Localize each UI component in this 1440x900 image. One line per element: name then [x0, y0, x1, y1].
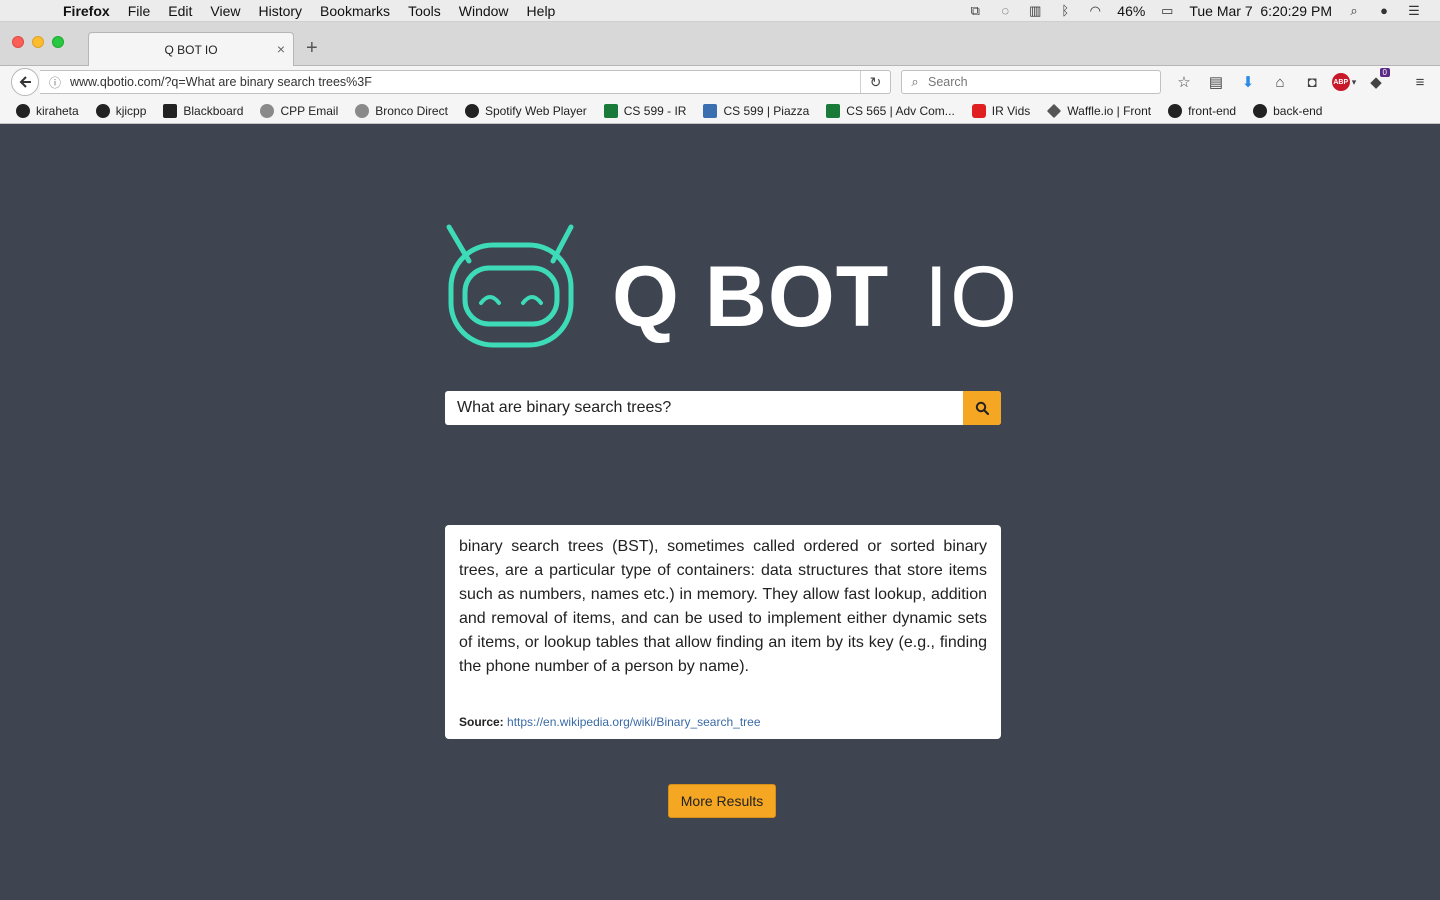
answer-card: binary search trees (BST), sometimes cal… — [445, 525, 1001, 739]
toolbar-icons: ☆ ▤ ⬇ ⌂ ◘ ABP ▾ ◆ 0 ≡ — [1168, 68, 1424, 94]
menu-edit[interactable]: Edit — [159, 3, 201, 19]
spotlight-icon[interactable]: ⌕ — [1346, 3, 1362, 18]
question-input[interactable]: What are binary search trees? — [445, 391, 963, 425]
globe-icon — [355, 103, 370, 118]
window-manager-icon[interactable]: ▥ — [1027, 3, 1043, 18]
menu-bookmarks[interactable]: Bookmarks — [311, 3, 399, 19]
close-window-button[interactable] — [12, 36, 24, 48]
tab-strip: Q BOT IO × + — [0, 22, 1440, 66]
logo-suffix: IO — [924, 249, 1020, 345]
bookmarks-bar: kiraheta kjicpp Blackboard CPP Email Bro… — [0, 98, 1440, 124]
bookmark-item[interactable]: kjicpp — [95, 103, 146, 118]
url-text[interactable]: www.qbotio.com/?q=What are binary search… — [70, 75, 372, 89]
source-link[interactable]: https://en.wikipedia.org/wiki/Binary_sea… — [507, 715, 760, 729]
nav-bar: ⓘ www.qbotio.com/?q=What are binary sear… — [0, 66, 1440, 98]
cpp-icon — [826, 103, 841, 118]
window-controls — [12, 36, 64, 48]
source-label: Source: — [459, 715, 504, 729]
menu-tools[interactable]: Tools — [399, 3, 450, 19]
menu-help[interactable]: Help — [518, 3, 565, 19]
more-results-button[interactable]: More Results — [668, 784, 776, 818]
wifi-icon[interactable]: ◠ — [1087, 3, 1103, 18]
bookmark-item[interactable]: CS 599 - IR — [603, 103, 686, 118]
browser-search-input[interactable]: ⌕ Search — [901, 70, 1161, 94]
search-icon — [975, 401, 989, 415]
back-button[interactable] — [11, 68, 39, 96]
notification-center-icon[interactable]: ☰ — [1406, 3, 1422, 18]
github-icon — [1168, 103, 1183, 118]
cpp-icon — [603, 103, 618, 118]
notifications-icon[interactable]: ◆ 0 — [1360, 68, 1392, 94]
bookmark-item[interactable]: CPP Email — [260, 103, 338, 118]
github-icon — [1253, 103, 1268, 118]
home-icon[interactable]: ⌂ — [1264, 70, 1296, 94]
clock[interactable]: Tue Mar 7 6:20:29 PM — [1189, 3, 1332, 19]
bookmark-item[interactable]: CS 565 | Adv Com... — [826, 103, 955, 118]
close-tab-icon[interactable]: × — [277, 41, 285, 57]
bluetooth-icon[interactable]: ᛒ — [1057, 3, 1073, 18]
menu-history[interactable]: History — [249, 3, 311, 19]
status-area: ⧉ ◌ ▥ ᛒ ◠ 46% ▭ Tue Mar 7 6:20:29 PM ⌕ ●… — [967, 3, 1440, 19]
search-button[interactable] — [963, 391, 1001, 425]
bookmark-item[interactable]: Waffle.io | Front — [1047, 103, 1151, 118]
menu-app[interactable]: Firefox — [54, 3, 119, 19]
page-content: Q BOT IO What are binary search trees? b… — [4, 125, 1440, 900]
menu-file[interactable]: File — [119, 3, 160, 19]
sync-icon[interactable]: ◌ — [997, 3, 1013, 18]
siri-icon[interactable]: ● — [1376, 3, 1392, 18]
youtube-icon — [971, 103, 986, 118]
tab-title: Q BOT IO — [164, 42, 218, 57]
screen-share-icon[interactable]: ⧉ — [967, 3, 983, 18]
search-placeholder: Search — [928, 75, 968, 89]
notification-count: 0 — [1379, 68, 1390, 77]
hamburger-menu-icon[interactable]: ≡ — [1404, 70, 1436, 94]
search-icon: ⌕ — [911, 74, 919, 89]
question-search-box: What are binary search trees? — [445, 391, 1001, 425]
reload-icon[interactable]: ↻ — [860, 71, 890, 93]
bookmark-item[interactable]: Blackboard — [163, 103, 243, 118]
tab-qbotio[interactable]: Q BOT IO × — [88, 32, 294, 66]
reading-list-icon[interactable]: ▤ — [1200, 70, 1232, 94]
menu-view[interactable]: View — [201, 3, 249, 19]
bookmark-item[interactable]: kiraheta — [16, 103, 79, 118]
globe-icon — [260, 103, 275, 118]
waffle-icon — [1047, 103, 1062, 118]
bookmark-item[interactable]: CS 599 | Piazza — [703, 103, 809, 118]
url-bar[interactable]: ⓘ www.qbotio.com/?q=What are binary sear… — [40, 70, 891, 94]
adblock-icon[interactable]: ABP ▾ — [1328, 70, 1360, 94]
answer-text: binary search trees (BST), sometimes cal… — [459, 538, 987, 675]
minimize-window-button[interactable] — [32, 36, 44, 48]
bookmark-item[interactable]: IR Vids — [971, 103, 1030, 118]
menu-window[interactable]: Window — [450, 3, 518, 19]
new-tab-icon[interactable]: + — [306, 38, 318, 58]
back-arrow-icon — [19, 76, 31, 88]
piazza-icon — [703, 103, 718, 118]
bookmark-item[interactable]: front-end — [1168, 103, 1236, 118]
battery-percent[interactable]: 46% — [1117, 3, 1145, 19]
github-icon — [16, 103, 30, 118]
bookmark-item[interactable]: Spotify Web Player — [464, 103, 587, 118]
answer-source: Source: https://en.wikipedia.org/wiki/Bi… — [459, 715, 761, 729]
bookmark-item[interactable]: back-end — [1253, 103, 1322, 118]
pocket-icon[interactable]: ◘ — [1296, 70, 1328, 94]
bookmark-item[interactable]: Bronco Direct — [355, 103, 448, 118]
downloads-icon[interactable]: ⬇ — [1232, 70, 1264, 94]
blackboard-icon — [163, 103, 178, 118]
maximize-window-button[interactable] — [52, 36, 64, 48]
github-icon — [95, 103, 110, 118]
bookmark-star-icon[interactable]: ☆ — [1168, 70, 1200, 94]
battery-icon[interactable]: ▭ — [1159, 3, 1175, 18]
spotify-icon — [464, 103, 479, 118]
logo-text: Q BOT — [612, 249, 890, 345]
site-info-icon[interactable]: ⓘ — [40, 74, 70, 91]
menu-bar: Firefox File Edit View History Bookmarks… — [0, 0, 1440, 22]
logo-title: Q BOT IO — [612, 247, 1019, 347]
